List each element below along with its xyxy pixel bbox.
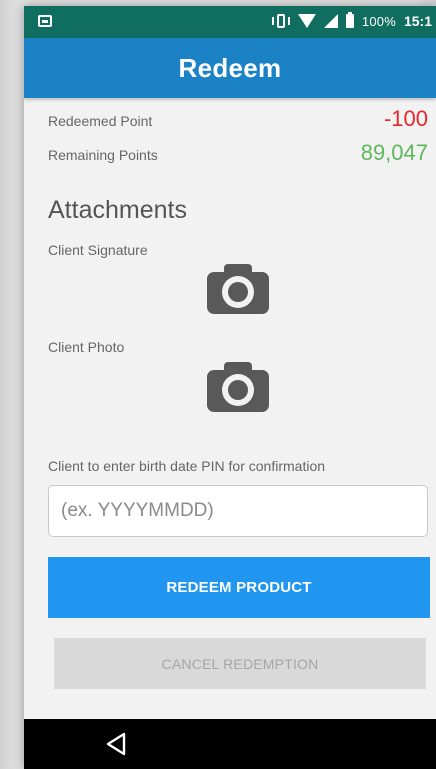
- status-bar: 100% 15:1: [24, 6, 436, 38]
- redeemed-point-row: Redeemed Point -100: [48, 106, 428, 132]
- back-triangle-icon: [106, 732, 126, 756]
- navigation-bar: [24, 719, 436, 769]
- remaining-points-row: Remaining Points 89,047: [48, 140, 428, 166]
- remaining-points-label: Remaining Points: [48, 147, 158, 163]
- notification-image-icon: [38, 15, 52, 27]
- redeemed-point-value: -100: [383, 106, 428, 131]
- page-title: Redeem: [178, 52, 282, 83]
- status-icons: 100% 15:1: [271, 12, 432, 29]
- wifi-icon: [297, 14, 316, 28]
- status-clock: 15:1: [403, 13, 432, 29]
- phone-screen: 100% 15:1 Redeem Redeemed Point -100 Rem…: [24, 6, 436, 769]
- cancel-redemption-button[interactable]: CANCEL REDEMPTION: [54, 638, 426, 689]
- vibrate-icon: [271, 14, 290, 28]
- remaining-points-value: 89,047: [360, 140, 428, 165]
- client-signature-label: Client Signature: [48, 242, 148, 258]
- back-button[interactable]: [102, 731, 132, 757]
- signal-icon: [323, 14, 338, 28]
- redeemed-point-label: Redeemed Point: [48, 113, 153, 129]
- battery-icon: [345, 12, 354, 28]
- birth-date-pin-input[interactable]: [48, 485, 428, 537]
- signature-camera-button[interactable]: [207, 264, 269, 314]
- client-photo-label: Client Photo: [48, 339, 125, 355]
- redeem-product-button[interactable]: REDEEM PRODUCT: [48, 557, 430, 618]
- app-bar: Redeem: [24, 38, 436, 98]
- battery-percent: 100%: [361, 13, 396, 29]
- photo-camera-button[interactable]: [207, 362, 269, 412]
- attachments-heading: Attachments: [48, 196, 187, 224]
- pin-instruction-label: Client to enter birth date PIN for confi…: [48, 458, 326, 474]
- screen-backdrop: 100% 15:1 Redeem Redeemed Point -100 Rem…: [0, 0, 436, 769]
